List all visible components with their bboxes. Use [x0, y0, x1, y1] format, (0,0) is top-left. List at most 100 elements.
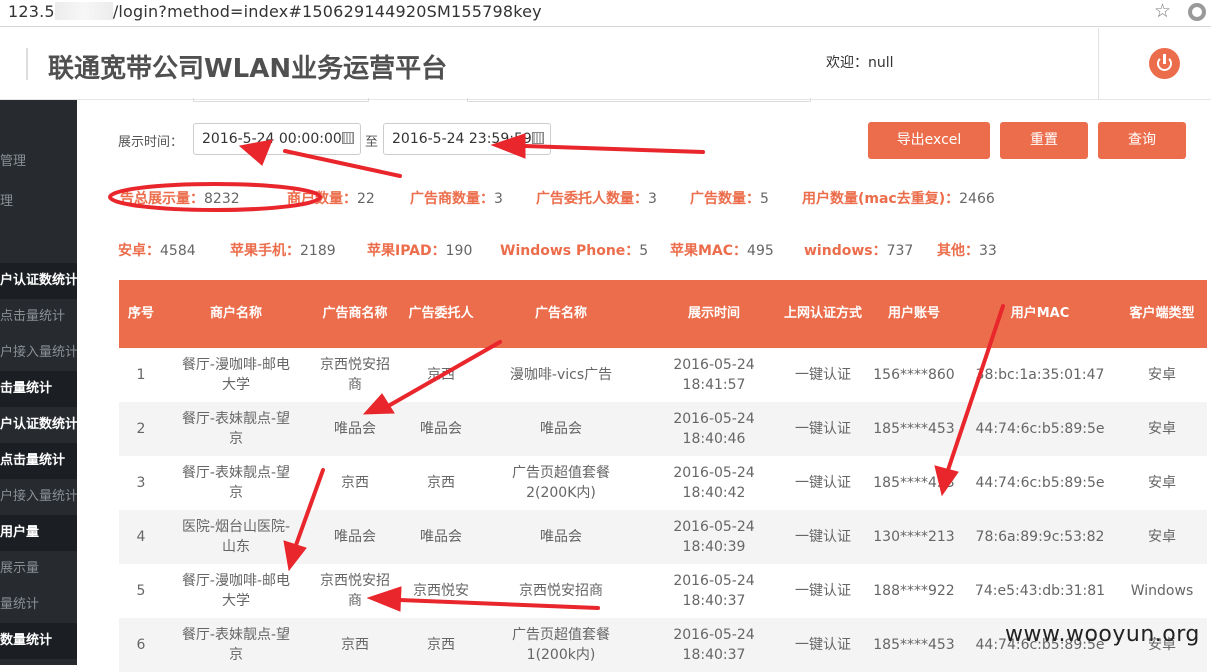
cell-agent: 京西悦安	[413, 583, 469, 599]
stat-agent-count: 广告委托人数量：3	[536, 191, 657, 207]
cell-display-time: 2016-05-24 18:40:39	[673, 519, 755, 555]
power-logout-icon[interactable]	[1149, 48, 1180, 79]
col-header: 广告商名称	[322, 306, 388, 321]
sidebar-item[interactable]: 展示量	[0, 551, 77, 587]
cell-auth-method: 一键认证	[795, 421, 851, 437]
cell-agent: 唯品会	[420, 529, 462, 545]
sidebar-item[interactable]: 数量统计	[0, 623, 77, 659]
end-date-input[interactable]: 2016-5-24 23:59:59	[383, 123, 551, 155]
cell-agent: 京西	[427, 637, 455, 653]
cell-user-mac: 74:e5:43:db:31:81	[974, 583, 1106, 599]
stat-ipad: 苹果IPAD：190	[367, 243, 473, 259]
browser-url-bar[interactable]: 123.5/login?method=index#150629144920SM1…	[0, 0, 1211, 27]
cell-auth-method: 一键认证	[795, 475, 851, 491]
stat-windows: windows：737	[804, 243, 914, 259]
cell-display-time: 2016-05-24 18:40:37	[673, 573, 755, 609]
table-row[interactable]: 5 餐厅-漫咖啡-邮电大学 京西悦安招商 京西悦安 京西悦安招商 2016-05…	[119, 564, 1207, 618]
url-text[interactable]: 123.5/login?method=index#150629144920SM1…	[8, 2, 542, 21]
cell-user-account: 188****922	[873, 583, 955, 599]
col-header: 广告委托人	[408, 306, 474, 321]
sidebar: 管理 理 户认证数统计 点击量统计 户接入量统计 击量统计 户认证数统计 点击量…	[0, 100, 77, 665]
sidebar-item[interactable]: 点击量统计	[0, 443, 77, 479]
cell-ad-name: 唯品会	[540, 421, 582, 437]
cell-user-mac: 38:bc:1a:35:01:47	[975, 367, 1105, 383]
cell-client-type: 安卓	[1148, 529, 1176, 545]
sidebar-item[interactable]: 管理	[0, 144, 77, 180]
cell-user-account: 130****213	[873, 529, 955, 545]
watermark: www.wooyun.org	[1005, 622, 1200, 647]
export-excel-button[interactable]: 导出excel	[868, 122, 990, 159]
cell-index: 2	[136, 421, 146, 437]
cell-index: 3	[136, 475, 146, 491]
stat-mac: 苹果MAC：495	[670, 243, 774, 259]
end-date-value: 2016-5-24 23:59:59	[392, 131, 532, 147]
sidebar-item[interactable]: 点击量统计	[0, 299, 77, 335]
cell-advertiser: 京西悦安招商	[320, 573, 390, 609]
cell-user-mac: 44:74:6c:b5:89:5e	[975, 475, 1105, 491]
stat-total-display: 告总展示量：8232	[120, 191, 240, 207]
col-header: 用户MAC	[1010, 306, 1070, 321]
url-redaction	[54, 2, 113, 20]
cell-ad-name: 京西悦安招商	[519, 583, 603, 599]
cell-user-mac: 78:6a:89:9c:53:82	[975, 529, 1105, 545]
sidebar-item[interactable]: 用户量	[0, 515, 77, 551]
sidebar-item[interactable]: 户接入量统计	[0, 479, 77, 515]
header-divider	[26, 48, 28, 80]
stat-ad-count: 广告数量：5	[690, 191, 769, 207]
stat-iphone: 苹果手机：2189	[230, 243, 336, 259]
reset-button[interactable]: 重置	[1000, 122, 1088, 159]
header-separator	[1098, 28, 1099, 100]
stat-user-count: 用户数量(mac去重复)：2466	[802, 191, 995, 207]
cell-display-time: 2016-05-24 18:40:42	[673, 465, 755, 501]
browser-menu-icon[interactable]	[1188, 3, 1206, 21]
cell-user-mac: 44:74:6c:b5:89:5e	[975, 421, 1105, 437]
bookmark-star-icon[interactable]: ☆	[1154, 0, 1171, 22]
app-title: 联通宽带公司WLAN业务运营平台	[48, 54, 448, 84]
cell-agent: 京西	[427, 475, 455, 491]
filter-input-fragment[interactable]	[467, 98, 811, 102]
calendar-icon[interactable]	[342, 132, 354, 144]
cell-ad-name: 广告页超值套餐1(200k内)	[512, 627, 610, 663]
cell-merchant: 医院-烟台山医院-山东	[181, 519, 291, 555]
cell-advertiser: 京西悦安招商	[320, 357, 390, 393]
cell-merchant: 餐厅-表妹靓点-望京	[181, 465, 291, 501]
calendar-icon[interactable]	[532, 132, 544, 144]
query-button[interactable]: 查询	[1098, 122, 1186, 159]
cell-client-type: Windows	[1130, 583, 1194, 599]
cell-index: 6	[136, 637, 146, 653]
col-header: 商户名称	[209, 306, 262, 321]
stat-android: 安卓：4584	[118, 243, 196, 259]
cell-auth-method: 一键认证	[795, 583, 851, 599]
app-header: 联通宽带公司WLAN业务运营平台 欢迎：null	[0, 28, 1211, 100]
cell-index: 5	[136, 583, 146, 599]
cell-auth-method: 一键认证	[795, 367, 851, 383]
cell-auth-method: 一键认证	[795, 637, 851, 653]
filter-input-fragment[interactable]	[193, 98, 369, 102]
table-row[interactable]: 2 餐厅-表妹靓点-望京 唯品会 唯品会 唯品会 2016-05-24 18:4…	[119, 402, 1207, 456]
date-label: 展示时间：	[118, 135, 184, 150]
table-row[interactable]: 3 餐厅-表妹靓点-望京 京西 京西 广告页超值套餐2(200K内) 2016-…	[119, 456, 1207, 510]
sidebar-item[interactable]: 户接入量统计	[0, 335, 77, 371]
sidebar-item[interactable]: 理	[0, 184, 77, 220]
sidebar-item[interactable]: 击量统计	[0, 371, 77, 407]
table-row[interactable]: 4 医院-烟台山医院-山东 唯品会 唯品会 唯品会 2016-05-24 18:…	[119, 510, 1207, 564]
col-header: 用户账号	[887, 306, 940, 321]
sidebar-item[interactable]: 户认证数统计	[0, 263, 77, 299]
cell-index: 1	[136, 367, 146, 383]
cell-auth-method: 一键认证	[795, 529, 851, 545]
welcome-text: 欢迎：null	[826, 55, 894, 71]
cell-advertiser: 京西	[341, 637, 369, 653]
stat-merchant-count: 商户数量：22	[287, 191, 375, 207]
cell-client-type: 安卓	[1148, 367, 1176, 383]
cell-user-account: 185****453	[873, 421, 955, 437]
cell-ad-name: 唯品会	[540, 529, 582, 545]
cell-merchant: 餐厅-漫咖啡-邮电大学	[181, 357, 291, 393]
main-content: 展示时间： 2016-5-24 00:00:00 至 2016-5-24 23:…	[77, 98, 1211, 672]
table-row[interactable]: 1 餐厅-漫咖啡-邮电大学 京西悦安招商 京西 漫咖啡-vics广告 2016-…	[119, 348, 1207, 402]
cell-merchant: 餐厅-表妹靓点-望京	[181, 411, 291, 447]
sidebar-item[interactable]: 量统计	[0, 587, 77, 623]
start-date-input[interactable]: 2016-5-24 00:00:00	[193, 123, 361, 155]
sidebar-item[interactable]: 户认证数统计	[0, 407, 77, 443]
cell-display-time: 2016-05-24 18:40:37	[673, 627, 755, 663]
cell-merchant: 餐厅-表妹靓点-望京	[181, 627, 291, 663]
